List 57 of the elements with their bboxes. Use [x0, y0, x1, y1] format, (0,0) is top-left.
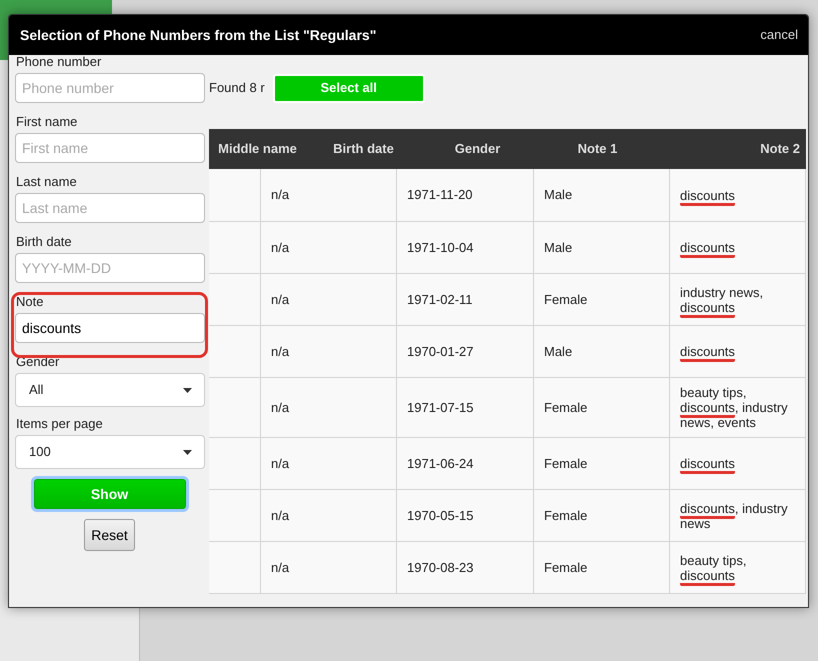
table-cell: 1970-08-23	[397, 542, 534, 593]
reset-button[interactable]: Reset	[84, 519, 135, 551]
table-cell: discounts	[670, 326, 806, 377]
table-cell: Male	[534, 169, 670, 221]
table-cell: n/a	[261, 222, 397, 273]
table-cell: n/a	[261, 490, 397, 541]
field-label: Phone number	[16, 55, 102, 69]
dropdown-field[interactable]: 100	[15, 435, 205, 469]
column-header: Birth date	[332, 140, 395, 158]
table-cell: discounts, industry news	[670, 490, 806, 541]
table-cell: discounts	[670, 438, 806, 489]
field-label: Gender	[16, 355, 60, 369]
field-label: Last name	[16, 175, 78, 189]
cancel-link[interactable]: cancel	[760, 25, 798, 45]
table-cell: n/a	[261, 378, 397, 437]
column-header: Note 1	[576, 140, 618, 158]
table-cell: n/a	[261, 274, 397, 325]
table-cell: 1971-06-24	[397, 438, 534, 489]
table-cell: 1971-11-20	[397, 169, 534, 221]
column-header: Gender	[454, 140, 502, 158]
result-count: Found 8 r	[209, 79, 265, 98]
table-cell: Female	[534, 274, 670, 325]
field-label: First name	[16, 115, 78, 129]
field-label: Note	[16, 295, 44, 309]
table-cell: Male	[534, 222, 670, 273]
input-field[interactable]: YYYY-MM-DD	[15, 253, 205, 283]
input-field[interactable]: Phone number	[15, 73, 205, 103]
caret-icon	[183, 450, 192, 454]
field-label: Items per page	[16, 417, 104, 431]
table-cell: Female	[534, 542, 670, 593]
table-cell: 1971-07-15	[397, 378, 534, 437]
dropdown-field[interactable]: All	[15, 373, 205, 407]
table-cell: beauty tips, discounts, industry news, events	[670, 378, 806, 437]
table-cell: Female	[534, 490, 670, 541]
dialog-title: Selection of Phone Numbers from the List "Regulars"	[20, 26, 376, 45]
table-cell: beauty tips, discounts	[670, 542, 806, 593]
table-cell: n/a	[261, 438, 397, 489]
table-cell: Male	[534, 326, 670, 377]
caret-icon	[183, 388, 192, 392]
input-field[interactable]: Last name	[15, 193, 205, 223]
input-field[interactable]: First name	[15, 133, 205, 163]
table-cell: n/a	[261, 169, 397, 221]
table-cell: discounts	[670, 222, 806, 273]
table-cell: 1971-10-04	[397, 222, 534, 273]
table-cell: discounts	[670, 169, 806, 221]
table-cell: industry news, discounts	[670, 274, 806, 325]
table-cell: Female	[534, 378, 670, 437]
table-cell: n/a	[261, 326, 397, 377]
column-header: Note 2	[759, 140, 801, 158]
table-cell: 1970-01-27	[397, 326, 534, 377]
table-cell: 1971-02-11	[397, 274, 534, 325]
column-header: Middle name	[217, 140, 298, 158]
table-cell: Female	[534, 438, 670, 489]
table-cell: n/a	[261, 542, 397, 593]
input-field[interactable]: discounts	[15, 313, 205, 343]
field-label: Birth date	[16, 235, 73, 249]
table-cell: 1970-05-15	[397, 490, 534, 541]
